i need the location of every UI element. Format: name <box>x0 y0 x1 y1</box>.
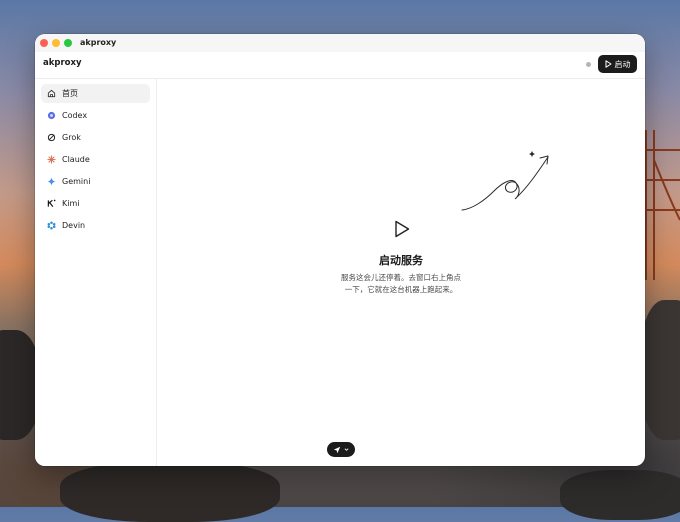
home-icon <box>47 89 56 98</box>
codex-icon <box>47 111 56 120</box>
sidebar-item-grok[interactable]: Grok <box>41 128 150 147</box>
sidebar-item-label: 首页 <box>62 89 78 98</box>
app-name: akproxy <box>43 58 82 68</box>
close-window-button[interactable] <box>40 39 48 47</box>
sidebar-item-label: Claude <box>62 155 90 164</box>
app-header: akproxy 启动 <box>35 52 645 79</box>
grok-icon <box>47 133 56 142</box>
empty-state-description: 服务这会儿还停着。去窗口右上角点 <box>341 273 461 282</box>
sidebar-item-label: Gemini <box>62 177 91 186</box>
send-icon <box>333 446 341 453</box>
play-icon <box>395 220 410 238</box>
empty-state-title: 启动服务 <box>379 254 423 267</box>
sidebar-item-label: Kimi <box>62 199 80 208</box>
play-icon <box>605 60 611 68</box>
sidebar-item-codex[interactable]: Codex <box>41 106 150 125</box>
empty-state-description: 一下，它就在这台机器上跑起来。 <box>344 285 458 294</box>
rock-background <box>560 470 680 520</box>
sidebar: 首页 Codex Grok Claude Gemini Kimi Devin <box>35 79 157 466</box>
send-menu-button[interactable] <box>327 442 355 457</box>
sidebar-item-label: Codex <box>62 111 88 120</box>
sidebar-item-devin[interactable]: Devin <box>41 216 150 235</box>
sidebar-item-gemini[interactable]: Gemini <box>41 172 150 191</box>
sidebar-item-kimi[interactable]: Kimi <box>41 194 150 213</box>
bridge-background <box>645 130 680 280</box>
main-content: 启动服务 服务这会儿还停着。去窗口右上角点 一下，它就在这台机器上跑起来。 <box>157 79 645 466</box>
start-button-label: 启动 <box>614 59 631 69</box>
chevron-down-icon <box>344 448 349 451</box>
rock-background <box>0 330 40 440</box>
sidebar-item-label: Grok <box>62 133 81 142</box>
arrow-doodle-icon <box>461 151 549 211</box>
sidebar-item-claude[interactable]: Claude <box>41 150 150 169</box>
kimi-icon <box>47 199 56 208</box>
sidebar-item-label: Devin <box>62 221 86 230</box>
rock-background <box>60 462 280 522</box>
status-indicator <box>586 62 591 67</box>
title-bar: akproxy <box>35 34 645 52</box>
start-button[interactable]: 启动 <box>598 55 637 73</box>
minimize-window-button[interactable] <box>52 39 60 47</box>
claude-icon <box>47 155 56 164</box>
window-title: akproxy <box>80 38 117 47</box>
zoom-window-button[interactable] <box>64 39 72 47</box>
gemini-icon <box>47 177 56 186</box>
app-window: akproxy akproxy 启动 首页 Codex Grok Claude … <box>35 34 645 466</box>
rock-background <box>640 300 680 440</box>
sidebar-item-home[interactable]: 首页 <box>41 84 150 103</box>
devin-icon <box>47 221 56 230</box>
